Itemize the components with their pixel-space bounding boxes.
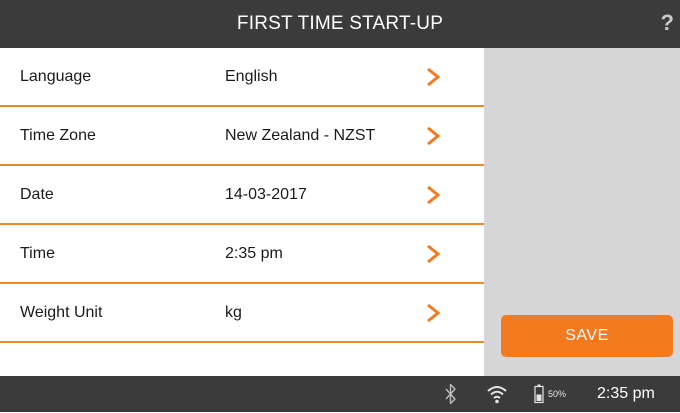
chevron-right-icon: [427, 244, 441, 264]
setting-label: Language: [20, 68, 92, 85]
setting-row-language[interactable]: Language English: [0, 48, 484, 107]
save-button[interactable]: SAVE: [501, 315, 673, 357]
setting-value: 14-03-2017: [225, 186, 307, 203]
setting-label: Date: [20, 186, 54, 203]
status-clock: 2:35 pm: [597, 385, 655, 402]
chevron-right-icon: [427, 126, 441, 146]
setting-row-date[interactable]: Date 14-03-2017: [0, 166, 484, 225]
wifi-icon: [487, 386, 507, 404]
setting-label: Time Zone: [20, 127, 96, 144]
help-icon[interactable]: ?: [661, 0, 674, 48]
setting-value: 2:35 pm: [225, 245, 283, 262]
title-bar: FIRST TIME START-UP ?: [0, 0, 680, 48]
setting-row-time[interactable]: Time 2:35 pm: [0, 225, 484, 284]
setting-value: kg: [225, 304, 242, 321]
setting-label: Weight Unit: [20, 304, 103, 321]
battery-percent: 50%: [548, 389, 567, 399]
page-title: FIRST TIME START-UP: [236, 13, 444, 34]
setting-label: Time: [20, 245, 55, 262]
chevron-right-icon: [427, 185, 441, 205]
bluetooth-icon: [445, 383, 456, 405]
chevron-right-icon: [427, 67, 441, 87]
setting-value: New Zealand - NZST: [225, 127, 376, 144]
settings-list: Language English Time Zone New Zealand -…: [0, 48, 484, 376]
setting-row-weight-unit[interactable]: Weight Unit kg: [0, 284, 484, 343]
setting-value: English: [225, 68, 278, 85]
chevron-right-icon: [427, 303, 441, 323]
status-bar: 50% 2:35 pm: [0, 376, 680, 412]
setting-row-time-zone[interactable]: Time Zone New Zealand - NZST: [0, 107, 484, 166]
battery-icon: [534, 384, 544, 404]
